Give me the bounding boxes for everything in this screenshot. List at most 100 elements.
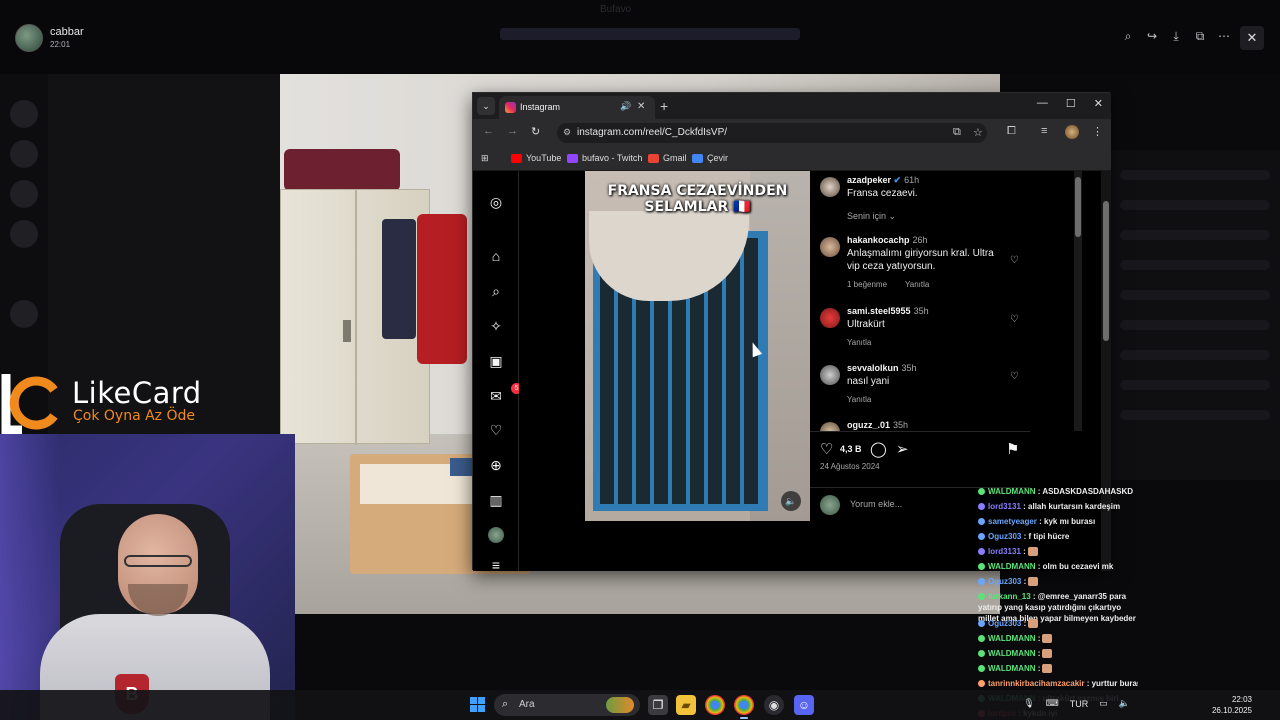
chat-username[interactable]: WALDMANN: [988, 649, 1036, 658]
explore-icon[interactable]: ✧: [487, 317, 505, 335]
dashboard-icon[interactable]: ▥: [487, 491, 505, 509]
close-button[interactable]: ✕: [1240, 26, 1264, 50]
reel-video[interactable]: FRANSA CEZAEVİNDEN SELAMLAR 🇫🇷 🔈: [585, 171, 810, 521]
close-icon[interactable]: ✕: [1094, 97, 1103, 110]
browser-menu-icon[interactable]: ⋮: [1092, 125, 1103, 138]
like-comment-icon[interactable]: ♡: [1010, 314, 1019, 325]
mute-icon[interactable]: 🔈: [781, 491, 801, 511]
reels-icon[interactable]: ▣: [487, 352, 505, 370]
server-icon[interactable]: [10, 220, 38, 248]
comment-filter-dropdown[interactable]: Senin için ⌄: [847, 211, 896, 222]
chat-username[interactable]: WALDMANN: [988, 634, 1036, 643]
bookmark-star-icon[interactable]: ☆: [973, 126, 983, 139]
search-icon[interactable]: ⌕: [487, 282, 505, 300]
like-comment-icon[interactable]: ♡: [1010, 371, 1019, 382]
file-explorer-icon[interactable]: ▰: [676, 695, 696, 715]
popout-icon[interactable]: ⧉: [1192, 28, 1208, 44]
comment-username[interactable]: oguzz_.01: [847, 420, 890, 430]
comment-icon[interactable]: ◯: [870, 440, 887, 458]
bookmark-translate[interactable]: Çevir: [692, 153, 728, 163]
like-count[interactable]: 4,3 B: [840, 444, 862, 454]
task-view-icon[interactable]: ❐: [648, 695, 668, 715]
chat-username[interactable]: tanrinnkirbacihamzacakir: [988, 679, 1084, 688]
chat-username[interactable]: lord3131: [988, 547, 1021, 556]
messenger-icon[interactable]: ✉ 5: [487, 383, 522, 405]
bookmark-gmail[interactable]: Gmail: [648, 153, 687, 163]
share-icon[interactable]: ➢: [896, 440, 909, 458]
speaker-icon[interactable]: 🔊: [620, 101, 631, 112]
tab-instagram[interactable]: Instagram 🔊 ✕: [499, 96, 655, 119]
like-comment-icon[interactable]: ♡: [1010, 255, 1019, 266]
profile-avatar[interactable]: [1065, 125, 1079, 139]
bookmark-twitch[interactable]: bufavo - Twitch: [567, 153, 642, 163]
reply-button[interactable]: Yanıtla: [847, 395, 871, 404]
chat-username[interactable]: WALDMANN: [988, 562, 1036, 571]
server-icon[interactable]: [10, 300, 38, 328]
download-icon[interactable]: ⤓: [1168, 28, 1184, 44]
avatar[interactable]: [820, 237, 840, 257]
apps-grid-icon[interactable]: ⊞: [481, 153, 489, 164]
comments-scrollbar[interactable]: [1074, 171, 1082, 431]
address-bar[interactable]: ⚙ instagram.com/reel/C_DckfdIsVP/ ⧉ ☆: [557, 123, 987, 143]
create-icon[interactable]: ⊕: [487, 456, 505, 474]
instagram-logo-icon[interactable]: ◎: [487, 193, 505, 211]
bookmark-youtube[interactable]: YouTube: [511, 153, 561, 163]
reload-icon[interactable]: ↻: [531, 125, 540, 138]
volume-icon[interactable]: 🔈: [1119, 698, 1130, 709]
cast-icon[interactable]: ⧉: [953, 126, 961, 139]
tab-close-icon[interactable]: ✕: [637, 101, 645, 112]
profile-icon[interactable]: [487, 526, 505, 544]
reply-button[interactable]: Yanıtla: [905, 280, 929, 289]
comment-likes[interactable]: 1 beğenme: [847, 280, 887, 289]
chat-username[interactable]: Oguz303: [988, 619, 1021, 628]
zoom-icon[interactable]: ⌕: [1120, 28, 1136, 44]
forward-nav-icon[interactable]: →: [507, 125, 518, 137]
chat-username[interactable]: Oguz303: [988, 577, 1021, 586]
keyboard-icon[interactable]: ⌨: [1046, 698, 1059, 709]
avatar[interactable]: [820, 177, 840, 197]
maximize-icon[interactable]: ☐: [1066, 97, 1076, 110]
chrome-icon[interactable]: [734, 695, 754, 719]
tab-search-button[interactable]: ⌄: [477, 97, 495, 115]
back-icon[interactable]: ←: [483, 125, 494, 137]
comment-username[interactable]: sami.steel5955: [847, 306, 911, 316]
extensions-icon[interactable]: ⧠: [1007, 125, 1016, 138]
chat-username[interactable]: sametyeager: [988, 517, 1037, 526]
chat-username[interactable]: WALDMANN: [988, 487, 1036, 496]
save-icon[interactable]: ⚑: [1006, 440, 1019, 458]
chat-username[interactable]: Oguz303: [988, 532, 1021, 541]
more-icon[interactable]: ⋯: [1216, 28, 1232, 44]
chrome-icon[interactable]: [705, 695, 725, 715]
chat-username[interactable]: WALDMANN: [988, 664, 1036, 673]
chat-username[interactable]: furkann_13: [988, 592, 1031, 601]
reply-button[interactable]: Yanıtla: [847, 338, 871, 347]
media-control-icon[interactable]: ≡: [1041, 125, 1047, 137]
start-button[interactable]: [470, 697, 485, 712]
avatar[interactable]: [820, 308, 840, 328]
discord-icon[interactable]: ☺: [794, 695, 814, 715]
comment-username[interactable]: hakankocachp: [847, 235, 910, 245]
system-clock[interactable]: 22:03 26.10.2025: [1212, 694, 1252, 716]
avatar[interactable]: [15, 24, 43, 52]
post-username[interactable]: azadpeker: [847, 175, 891, 185]
site-info-icon[interactable]: ⚙: [563, 127, 571, 138]
server-icon[interactable]: [10, 180, 38, 208]
avatar[interactable]: [820, 422, 840, 431]
chat-username[interactable]: lord3131: [988, 502, 1021, 511]
server-icon[interactable]: [10, 100, 38, 128]
home-icon[interactable]: ⌂: [487, 247, 505, 265]
avatar[interactable]: [820, 365, 840, 385]
obs-icon[interactable]: ◉: [764, 695, 784, 715]
forward-icon[interactable]: ↪: [1144, 28, 1160, 44]
comment-username[interactable]: sevvalolkun: [847, 363, 899, 373]
heart-icon[interactable]: ♡: [487, 421, 505, 439]
microphone-icon[interactable]: 🎙: [1023, 698, 1034, 709]
taskbar-search[interactable]: ⌕ Ara: [494, 694, 640, 716]
language-indicator[interactable]: TUR: [1070, 699, 1089, 709]
minimize-icon[interactable]: —: [1037, 97, 1048, 110]
network-icon[interactable]: ▭: [1099, 698, 1108, 709]
comment-input[interactable]: Yorum ekle...: [850, 499, 902, 509]
new-tab-button[interactable]: +: [660, 98, 668, 114]
like-icon[interactable]: ♡: [820, 440, 833, 458]
server-icon[interactable]: [10, 140, 38, 168]
